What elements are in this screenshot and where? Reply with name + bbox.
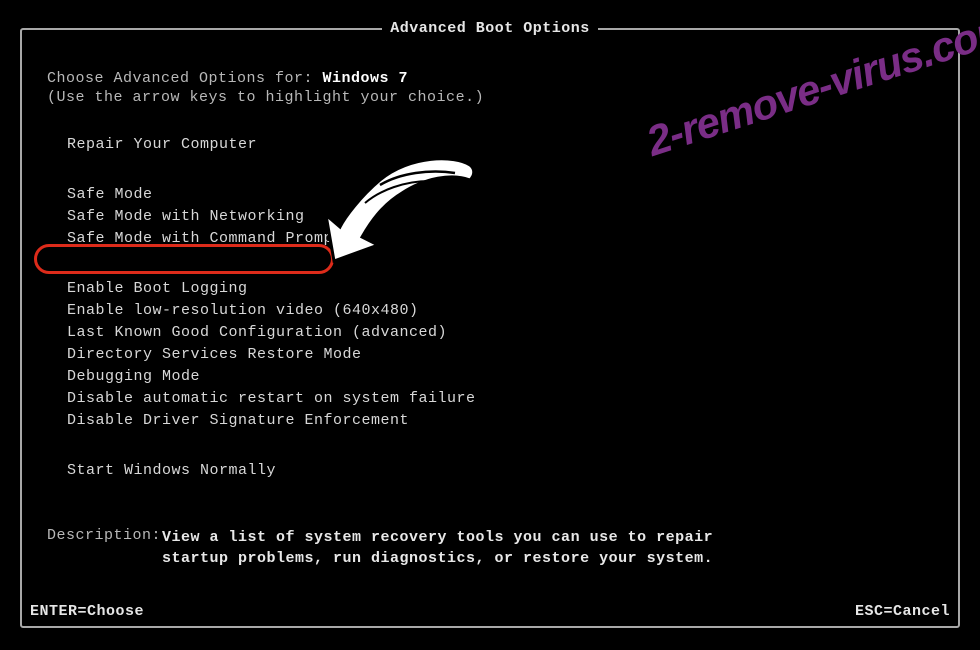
footer-bar: ENTER=Choose ESC=Cancel (30, 603, 950, 620)
description-row: Description: View a list of system recov… (47, 527, 933, 569)
description-label: Description: (47, 527, 162, 569)
page-title: Advanced Boot Options (382, 20, 598, 37)
option-group: Enable Boot LoggingEnable low-resolution… (67, 278, 933, 432)
option-directory-services-restore-mode[interactable]: Directory Services Restore Mode (67, 344, 933, 366)
option-enable-low-resolution-video-640x480[interactable]: Enable low-resolution video (640x480) (67, 300, 933, 322)
boot-options-frame: Advanced Boot Options Choose Advanced Op… (20, 28, 960, 628)
os-name: Windows 7 (323, 70, 409, 87)
choose-prefix: Choose Advanced Options for: (47, 70, 323, 87)
arrow-key-hint: (Use the arrow keys to highlight your ch… (47, 89, 933, 106)
option-safe-mode[interactable]: Safe Mode (67, 184, 933, 206)
option-group: Start Windows Normally (67, 460, 933, 482)
footer-esc: ESC=Cancel (855, 603, 950, 620)
option-safe-mode-with-networking[interactable]: Safe Mode with Networking (67, 206, 933, 228)
option-repair-your-computer[interactable]: Repair Your Computer (67, 134, 933, 156)
option-debugging-mode[interactable]: Debugging Mode (67, 366, 933, 388)
choose-line: Choose Advanced Options for: Windows 7 (47, 70, 933, 87)
option-start-windows-normally[interactable]: Start Windows Normally (67, 460, 933, 482)
title-bar: Advanced Boot Options (22, 20, 958, 37)
description-text: View a list of system recovery tools you… (162, 527, 722, 569)
option-disable-driver-signature-enforcement[interactable]: Disable Driver Signature Enforcement (67, 410, 933, 432)
option-safe-mode-with-command-prompt[interactable]: Safe Mode with Command Prompt (67, 228, 933, 250)
option-group: Repair Your Computer (67, 134, 933, 156)
content-area: Choose Advanced Options for: Windows 7 (… (22, 30, 958, 569)
option-enable-boot-logging[interactable]: Enable Boot Logging (67, 278, 933, 300)
footer-enter: ENTER=Choose (30, 603, 144, 620)
option-last-known-good-configuration-advanced[interactable]: Last Known Good Configuration (advanced) (67, 322, 933, 344)
option-group: Safe ModeSafe Mode with NetworkingSafe M… (67, 184, 933, 250)
option-disable-automatic-restart-on-system-failure[interactable]: Disable automatic restart on system fail… (67, 388, 933, 410)
